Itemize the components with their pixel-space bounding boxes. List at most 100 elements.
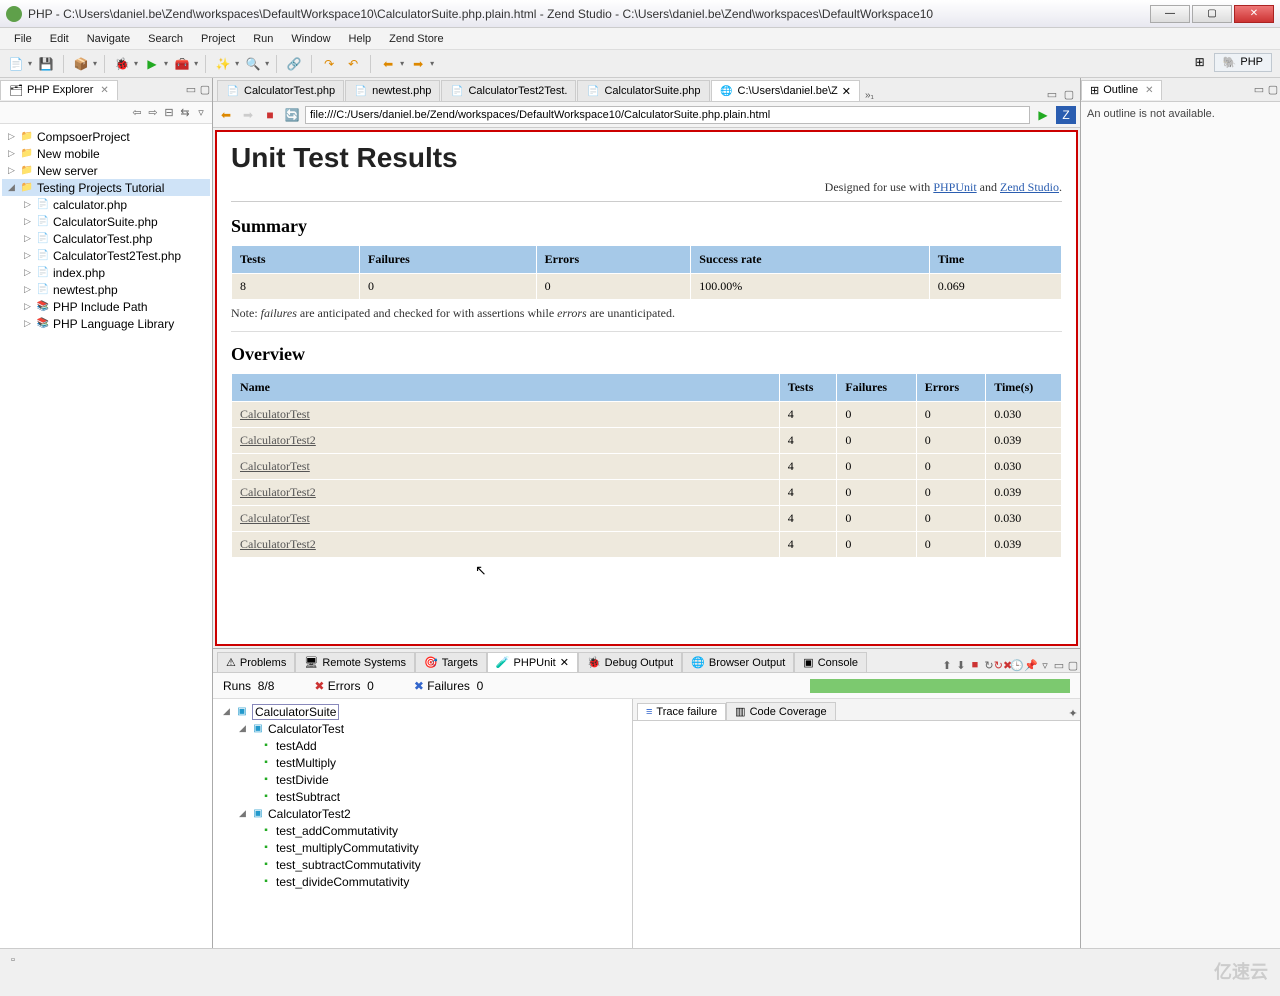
test-link[interactable]: CalculatorTest2 xyxy=(240,485,316,499)
minimize-editor-icon[interactable]: ▭ xyxy=(1045,87,1059,101)
back-icon[interactable]: ⬅ xyxy=(378,54,398,74)
tab-browser-output[interactable]: 🌐Browser Output xyxy=(682,652,794,672)
tree-lib[interactable]: ▷📚PHP Include Path xyxy=(2,298,210,315)
link-icon[interactable]: 🔗 xyxy=(284,54,304,74)
editor-tab-active[interactable]: 🌐C:\Users\daniel.be\Z✕ xyxy=(711,80,860,101)
run-icon[interactable]: ▶ xyxy=(142,54,162,74)
close-button[interactable]: ✕ xyxy=(1234,5,1274,23)
menu-window[interactable]: Window xyxy=(283,30,338,48)
maximize-button[interactable]: ▢ xyxy=(1192,5,1232,23)
browser-back-icon[interactable]: ⬅ xyxy=(217,106,235,124)
stop-icon[interactable]: ■ xyxy=(968,658,982,672)
minimize-button[interactable]: — xyxy=(1150,5,1190,23)
php-explorer-tab[interactable]: 🗂 PHP Explorer ✕ xyxy=(0,80,118,100)
maximize-view-icon[interactable]: ▢ xyxy=(1066,658,1080,672)
tab-problems[interactable]: ⚠Problems xyxy=(217,652,295,672)
editor-tab[interactable]: 📄CalculatorTest2Test. xyxy=(441,80,576,101)
view-menu-icon[interactable]: ▿ xyxy=(194,106,208,120)
minimize-view-icon[interactable]: ▭ xyxy=(1052,658,1066,672)
next-fail-icon[interactable]: ⬇ xyxy=(954,658,968,672)
more-tabs-indicator[interactable]: »₁ xyxy=(865,90,874,101)
pin-icon[interactable]: 📌 xyxy=(1024,658,1038,672)
debug-icon[interactable]: 🐞 xyxy=(112,54,132,74)
close-icon[interactable]: ✕ xyxy=(560,656,569,669)
browser-fwd-icon[interactable]: ➡ xyxy=(239,106,257,124)
menu-zend-store[interactable]: Zend Store xyxy=(381,30,451,48)
search-icon[interactable]: 🔍 xyxy=(243,54,263,74)
tree-project-open[interactable]: ◢📁Testing Projects Tutorial xyxy=(2,179,210,196)
ext-tools-icon[interactable]: 🧰 xyxy=(172,54,192,74)
fwd-icon[interactable]: ➡ xyxy=(408,54,428,74)
test-link[interactable]: CalculatorTest2 xyxy=(240,537,316,551)
menu-navigate[interactable]: Navigate xyxy=(79,30,138,48)
save-icon[interactable]: 💾 xyxy=(36,54,56,74)
editor-tab[interactable]: 📄newtest.php xyxy=(345,80,440,101)
tree-file[interactable]: ▷📄CalculatorSuite.php xyxy=(2,213,210,230)
wand-icon[interactable]: ✨ xyxy=(213,54,233,74)
maximize-editor-icon[interactable]: ▢ xyxy=(1062,87,1076,101)
next-annot-icon[interactable]: ↷ xyxy=(319,54,339,74)
open-perspective-icon[interactable]: ⊞ xyxy=(1190,52,1210,72)
go-icon[interactable]: ▶ xyxy=(1034,106,1052,124)
collapse-icon[interactable]: ⊟ xyxy=(162,106,176,120)
maximize-view-icon[interactable]: ▢ xyxy=(198,83,212,97)
editor-tab[interactable]: 📄CalculatorSuite.php xyxy=(577,80,709,101)
close-icon[interactable]: ✕ xyxy=(842,85,851,98)
tree-file[interactable]: ▷📄CalculatorTest.php xyxy=(2,230,210,247)
tree-project[interactable]: ▷📁CompsoerProject xyxy=(2,128,210,145)
test-link[interactable]: CalculatorTest xyxy=(240,407,310,421)
tab-console[interactable]: ▣Console xyxy=(794,652,867,672)
menu-help[interactable]: Help xyxy=(341,30,380,48)
back-nav-icon[interactable]: ⇦ xyxy=(130,106,144,120)
tree-file[interactable]: ▷📄CalculatorTest2Test.php xyxy=(2,247,210,264)
minimize-view-icon[interactable]: ▭ xyxy=(1252,83,1266,97)
phpunit-link[interactable]: PHPUnit xyxy=(933,180,976,194)
menu-edit[interactable]: Edit xyxy=(42,30,77,48)
link-editor-icon[interactable]: ⇆ xyxy=(178,106,192,120)
filter-icon[interactable]: ✦ xyxy=(1066,706,1080,720)
outline-tab[interactable]: ⊞ Outline ✕ xyxy=(1081,80,1162,100)
tree-project[interactable]: ▷📁New server xyxy=(2,162,210,179)
history-icon[interactable]: 🕒 xyxy=(1010,658,1024,672)
tree-lib[interactable]: ▷📚PHP Language Library xyxy=(2,315,210,332)
minimize-view-icon[interactable]: ▭ xyxy=(184,83,198,97)
close-icon[interactable]: ✕ xyxy=(1145,85,1153,96)
tab-code-coverage[interactable]: ▥Code Coverage xyxy=(726,702,835,720)
perspective-php[interactable]: 🐘PHP xyxy=(1214,53,1272,72)
test-link[interactable]: CalculatorTest xyxy=(240,459,310,473)
test-link[interactable]: CalculatorTest2 xyxy=(240,433,316,447)
zend-icon[interactable]: Z xyxy=(1056,106,1076,124)
url-input[interactable] xyxy=(305,106,1030,124)
tree-project[interactable]: ▷📁New mobile xyxy=(2,145,210,162)
rerun-fail-icon[interactable]: ↻✖ xyxy=(996,658,1010,672)
prev-annot-icon[interactable]: ↶ xyxy=(343,54,363,74)
menu-icon[interactable]: ▿ xyxy=(1038,658,1052,672)
tree-file[interactable]: ▷📄calculator.php xyxy=(2,196,210,213)
new-proj-icon[interactable]: 📦 xyxy=(71,54,91,74)
tab-remote-systems[interactable]: 🖥Remote Systems xyxy=(295,652,415,672)
tree-file[interactable]: ▷📄index.php xyxy=(2,264,210,281)
test-link[interactable]: CalculatorTest xyxy=(240,511,310,525)
suite-icon: ▣ xyxy=(251,807,265,821)
editor-tab[interactable]: 📄CalculatorTest.php xyxy=(217,80,344,101)
phpunit-tree[interactable]: ◢▣CalculatorSuite ◢▣CalculatorTest ▪test… xyxy=(213,699,633,948)
menu-project[interactable]: Project xyxy=(193,30,243,48)
prev-fail-icon[interactable]: ⬆ xyxy=(940,658,954,672)
menu-run[interactable]: Run xyxy=(245,30,281,48)
tab-phpunit[interactable]: 🧪PHPUnit✕ xyxy=(487,652,578,672)
tab-debug-output[interactable]: 🐞Debug Output xyxy=(578,652,682,672)
menu-search[interactable]: Search xyxy=(140,30,191,48)
fwd-nav-icon[interactable]: ⇨ xyxy=(146,106,160,120)
maximize-view-icon[interactable]: ▢ xyxy=(1266,83,1280,97)
tab-trace-failure[interactable]: ≡Trace failure xyxy=(637,703,726,720)
new-icon[interactable]: 📄 xyxy=(6,54,26,74)
menu-file[interactable]: File xyxy=(6,30,40,48)
close-icon[interactable]: ✕ xyxy=(100,85,108,96)
zendstudio-link[interactable]: Zend Studio xyxy=(1000,180,1059,194)
tab-targets[interactable]: 🎯Targets xyxy=(415,652,487,672)
table-row: CalculatorTest24000.039 xyxy=(232,428,1062,454)
browser-stop-icon[interactable]: ■ xyxy=(261,106,279,124)
tree-file[interactable]: ▷📄newtest.php xyxy=(2,281,210,298)
explorer-tree[interactable]: ▷📁CompsoerProject ▷📁New mobile ▷📁New ser… xyxy=(0,124,212,948)
browser-refresh-icon[interactable]: 🔄 xyxy=(283,106,301,124)
